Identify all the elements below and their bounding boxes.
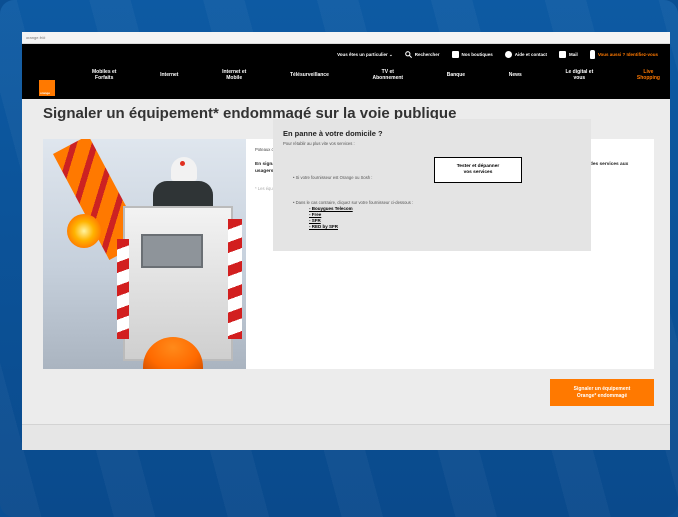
- report-equipment-button[interactable]: Signaler un équipement Orange* endommagé: [550, 379, 654, 406]
- home-outage-panel: En panne à votre domicile ? Pour rétabli…: [273, 119, 591, 251]
- user-icon: [589, 50, 595, 59]
- utility-login[interactable]: Vous aussi ? Identifiez-vous: [589, 50, 658, 59]
- hero-photo: [43, 139, 246, 369]
- address-bar[interactable]: orange.fr/#: [22, 32, 670, 44]
- menu-item-internet-mobile[interactable]: Internet et Mobile: [222, 69, 246, 81]
- orange-logo[interactable]: orange: [39, 80, 55, 96]
- search-icon: [404, 51, 412, 59]
- cabinet-display-shape: [141, 234, 203, 268]
- menu-item-digital[interactable]: Le digital et vous: [565, 69, 593, 81]
- utility-label: Aide et contact: [514, 52, 548, 57]
- help-icon: [504, 51, 512, 58]
- provider-link-red[interactable]: - RED by SFR: [309, 224, 353, 230]
- menu-item-mobiles[interactable]: Mobiles et Forfaits: [92, 69, 116, 81]
- menu-item-live-shopping[interactable]: Live Shopping: [637, 69, 660, 81]
- provider-list: - Bouygues Telecom - Free - SFR - RED by…: [309, 206, 353, 230]
- panel-subtitle: Pour rétablir au plus vite vos services …: [283, 141, 355, 146]
- top-navigation: Vous êtes un particulier ⌄ Rechercher No…: [22, 44, 670, 99]
- footer-strip: [22, 424, 670, 450]
- barrier-stripe-shape: [228, 219, 242, 339]
- store-icon: [451, 51, 459, 58]
- utility-help[interactable]: Aide et contact: [504, 51, 548, 58]
- menu-item-internet[interactable]: Internet: [160, 72, 178, 78]
- main-menu: Mobiles et Forfaits Internet Internet et…: [92, 69, 660, 81]
- menu-item-tv[interactable]: TV et Abonnement: [373, 69, 404, 81]
- test-services-button[interactable]: Tester et dépanner vos services: [434, 157, 522, 183]
- mail-icon: [559, 51, 567, 58]
- browser-screen: orange.fr/# Vous êtes un particulier ⌄ R…: [22, 32, 670, 450]
- warning-lamp-shape: [67, 214, 101, 248]
- panel-title: En panne à votre domicile ?: [283, 129, 383, 138]
- orange-customer-text: • Si votre fournisseur est Orange ou Sos…: [293, 175, 373, 180]
- utility-label: Mail: [569, 52, 578, 57]
- utility-label: Nos boutiques: [461, 52, 493, 57]
- utility-bar: Vous êtes un particulier ⌄ Rechercher No…: [337, 50, 658, 59]
- barrier-stripe-shape: [117, 239, 129, 339]
- menu-item-telesurveillance[interactable]: Télésurveillance: [290, 72, 329, 78]
- utility-label: Rechercher: [414, 52, 440, 57]
- utility-mail[interactable]: Mail: [559, 51, 578, 58]
- menu-item-news[interactable]: News: [509, 72, 522, 78]
- utility-particulier[interactable]: Vous êtes un particulier ⌄: [337, 52, 393, 58]
- menu-item-banque[interactable]: Banque: [447, 72, 465, 78]
- utility-label: Vous aussi ? Identifiez-vous: [597, 52, 658, 57]
- utility-search[interactable]: Rechercher: [404, 51, 440, 59]
- utility-stores[interactable]: Nos boutiques: [451, 51, 493, 58]
- other-provider-text: • Dans le cas contraire, cliquez sur vot…: [293, 200, 414, 205]
- helmet-light-shape: [180, 161, 185, 166]
- utility-label: Vous êtes un particulier ⌄: [337, 51, 393, 57]
